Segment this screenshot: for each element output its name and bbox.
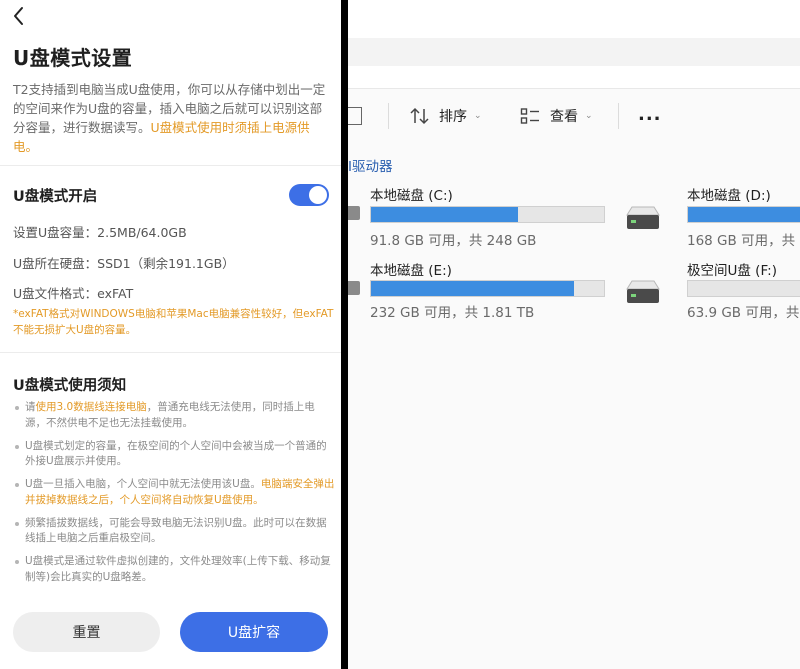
file-format-info: U盘文件格式：exFAT — [13, 286, 134, 301]
drive-f-size: 63.9 GB 可用，共 — [687, 305, 800, 321]
drive-f-icon — [626, 280, 660, 303]
notes-title: U盘模式使用须知 — [13, 378, 127, 394]
usage-notes-list: 请使用3.0数据线连接电脑，普通充电线无法使用，同时插上电源，不然供电不足也无法… — [13, 400, 335, 593]
toolbar-separator — [388, 103, 389, 129]
expand-u-disk-button[interactable]: U盘扩容 — [180, 612, 328, 652]
drive-f-name[interactable]: 极空间U盘 (F:) — [687, 259, 777, 279]
page-title: U盘模式设置 — [13, 46, 133, 70]
divider — [0, 165, 341, 166]
divider — [0, 352, 341, 353]
drive-e-usage-fill — [371, 281, 574, 296]
note-item: U盘一旦插入电脑，个人空间中就无法使用该U盘。电脑端安全弹出并拔掉数据线之后，个… — [13, 477, 335, 508]
drive-c-usage-fill — [371, 207, 518, 222]
sort-label: 排序 — [439, 109, 467, 125]
drive-d-usage-bar — [687, 206, 800, 223]
intro-description: T2支持插到电脑当成U盘使用，你可以从存储中划出一定的空间来作为U盘的容量，插入… — [13, 80, 333, 156]
file-explorer-window: 排序 ⌄ 查看 ⌄ ... I驱动器 本地磁盘 (C:) 91.8 GB 可用，… — [348, 0, 800, 669]
view-icon — [520, 108, 539, 124]
u-disk-settings-panel: U盘模式设置 T2支持插到电脑当成U盘使用，你可以从存储中划出一定的空间来作为U… — [0, 0, 341, 669]
note-item: U盘模式是通过软件虚拟创建的，文件处理效率(上传下载、移动复制等)会比真实的U盘… — [13, 554, 335, 585]
drive-c-name[interactable]: 本地磁盘 (C:) — [370, 184, 453, 204]
drive-c-icon — [348, 206, 360, 220]
drive-d-icon — [626, 206, 660, 229]
note-item: 频繁插拔数据线，可能会导致电脑无法识别U盘。此时可以在数据线插上电脑之后重启极空… — [13, 516, 335, 547]
drive-e-size: 232 GB 可用，共 1.81 TB — [370, 305, 535, 321]
toolbar-separator — [618, 103, 619, 129]
sort-icon — [410, 107, 429, 125]
chevron-down-icon: ⌄ — [585, 111, 593, 121]
explorer-toolbar: 排序 ⌄ 查看 ⌄ — [348, 88, 800, 140]
delete-icon[interactable] — [348, 107, 362, 125]
drive-c-usage-bar — [370, 206, 605, 223]
drive-d-usage-fill — [688, 207, 800, 222]
chevron-down-icon: ⌄ — [474, 111, 482, 121]
mode-toggle-label: U盘模式开启 — [13, 189, 98, 205]
drive-d-name[interactable]: 本地磁盘 (D:) — [687, 184, 771, 204]
note-item: 请使用3.0数据线连接电脑，普通充电线无法使用，同时插上电源，不然供电不足也无法… — [13, 400, 335, 431]
disk-info: U盘所在硬盘：SSD1（剩余191.1GB） — [13, 256, 235, 271]
format-warning: *exFAT格式对WINDOWS电脑和苹果Mac电脑兼容性较好，但exFAT不能… — [13, 308, 334, 336]
drive-f-usage-bar — [687, 280, 800, 297]
address-bar[interactable] — [348, 38, 800, 66]
drive-e-icon — [348, 281, 360, 295]
view-button[interactable]: 查看 ⌄ — [520, 105, 593, 127]
u-disk-mode-toggle[interactable] — [289, 184, 329, 206]
more-options-button[interactable]: ... — [638, 104, 662, 125]
image-separator — [341, 0, 348, 669]
drive-e-usage-bar — [370, 280, 605, 297]
note-item: U盘模式划定的容量，在极空间的个人空间中会被当成一个普通的外接U盘展示并使用。 — [13, 439, 335, 470]
drives-section-header[interactable]: I驱动器 — [348, 155, 392, 175]
reset-button[interactable]: 重置 — [13, 612, 160, 652]
drive-c-size: 91.8 GB 可用，共 248 GB — [370, 233, 537, 249]
back-arrow-icon[interactable] — [11, 5, 27, 27]
drive-e-name[interactable]: 本地磁盘 (E:) — [370, 259, 452, 279]
toggle-knob — [309, 186, 327, 204]
explorer-title-area — [348, 0, 800, 88]
capacity-setting[interactable]: 设置U盘容量：2.5MB/64.0GB — [13, 222, 187, 241]
sort-button[interactable]: 排序 ⌄ — [410, 105, 482, 127]
view-label: 查看 — [550, 109, 578, 125]
drive-d-size: 168 GB 可用，共 — [687, 233, 796, 249]
